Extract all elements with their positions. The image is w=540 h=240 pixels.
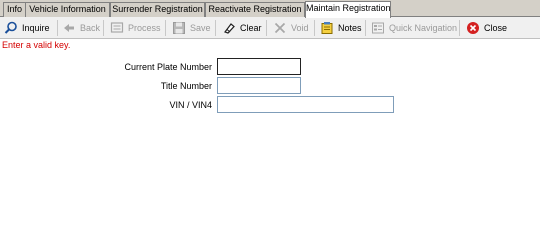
close-label: Close [484,23,508,33]
save-label: Save [190,23,211,33]
quick-navigation-icon [371,21,385,35]
notes-label: Notes [338,23,362,33]
eraser-icon [222,21,236,35]
process-icon [110,21,124,35]
clear-button[interactable]: Clear [222,19,262,37]
tab-maintain-registration[interactable]: Maintain Registration [305,1,391,18]
plate-number-input[interactable] [217,58,301,75]
plate-number-label: Current Plate Number [124,62,212,72]
vin-input[interactable] [217,96,394,113]
x-mark-icon [273,21,287,35]
clear-label: Clear [240,23,262,33]
toolbar-separator [365,20,366,36]
toolbar-separator [165,20,166,36]
inquire-label: Inquire [22,23,50,33]
toolbar-separator [215,20,216,36]
void-label: Void [291,23,309,33]
toolbar-separator [314,20,315,36]
tab-strip: Info Vehicle Information Surrender Regis… [0,0,540,18]
back-label: Back [80,23,101,33]
title-number-label: Title Number [160,81,212,91]
tab-info[interactable]: Info [3,2,26,17]
toolbar-separator [459,20,460,36]
quick-navigation-label: Quick Navigation [389,23,458,33]
process-label: Process [128,23,161,33]
back-arrow-icon [62,21,76,35]
void-button[interactable]: Void [273,19,309,37]
error-message: Enter a valid key. [2,40,71,50]
tab-surrender-registration[interactable]: Surrender Registration [110,2,205,17]
magnifier-icon [4,21,18,35]
toolbar-separator [57,20,58,36]
back-button[interactable]: Back [62,19,100,37]
tab-vehicle-information[interactable]: Vehicle Information [25,2,110,17]
save-button[interactable]: Save [172,19,211,37]
tab-reactivate-registration[interactable]: Reactivate Registration [205,2,305,17]
toolbar-separator [103,20,104,36]
vin-label: VIN / VIN4 [169,100,212,110]
process-button[interactable]: Process [110,19,161,37]
toolbar: Inquire Back Process Save Clear Void Not… [0,17,540,39]
quick-navigation-button[interactable]: Quick Navigation [371,19,457,37]
title-number-input[interactable] [217,77,301,94]
notes-button[interactable]: Notes [320,19,362,37]
close-button[interactable]: Close [466,19,507,37]
floppy-disk-icon [172,21,186,35]
inquire-button[interactable]: Inquire [4,19,50,37]
notes-icon [320,21,334,35]
close-circle-icon [466,21,480,35]
toolbar-separator [266,20,267,36]
